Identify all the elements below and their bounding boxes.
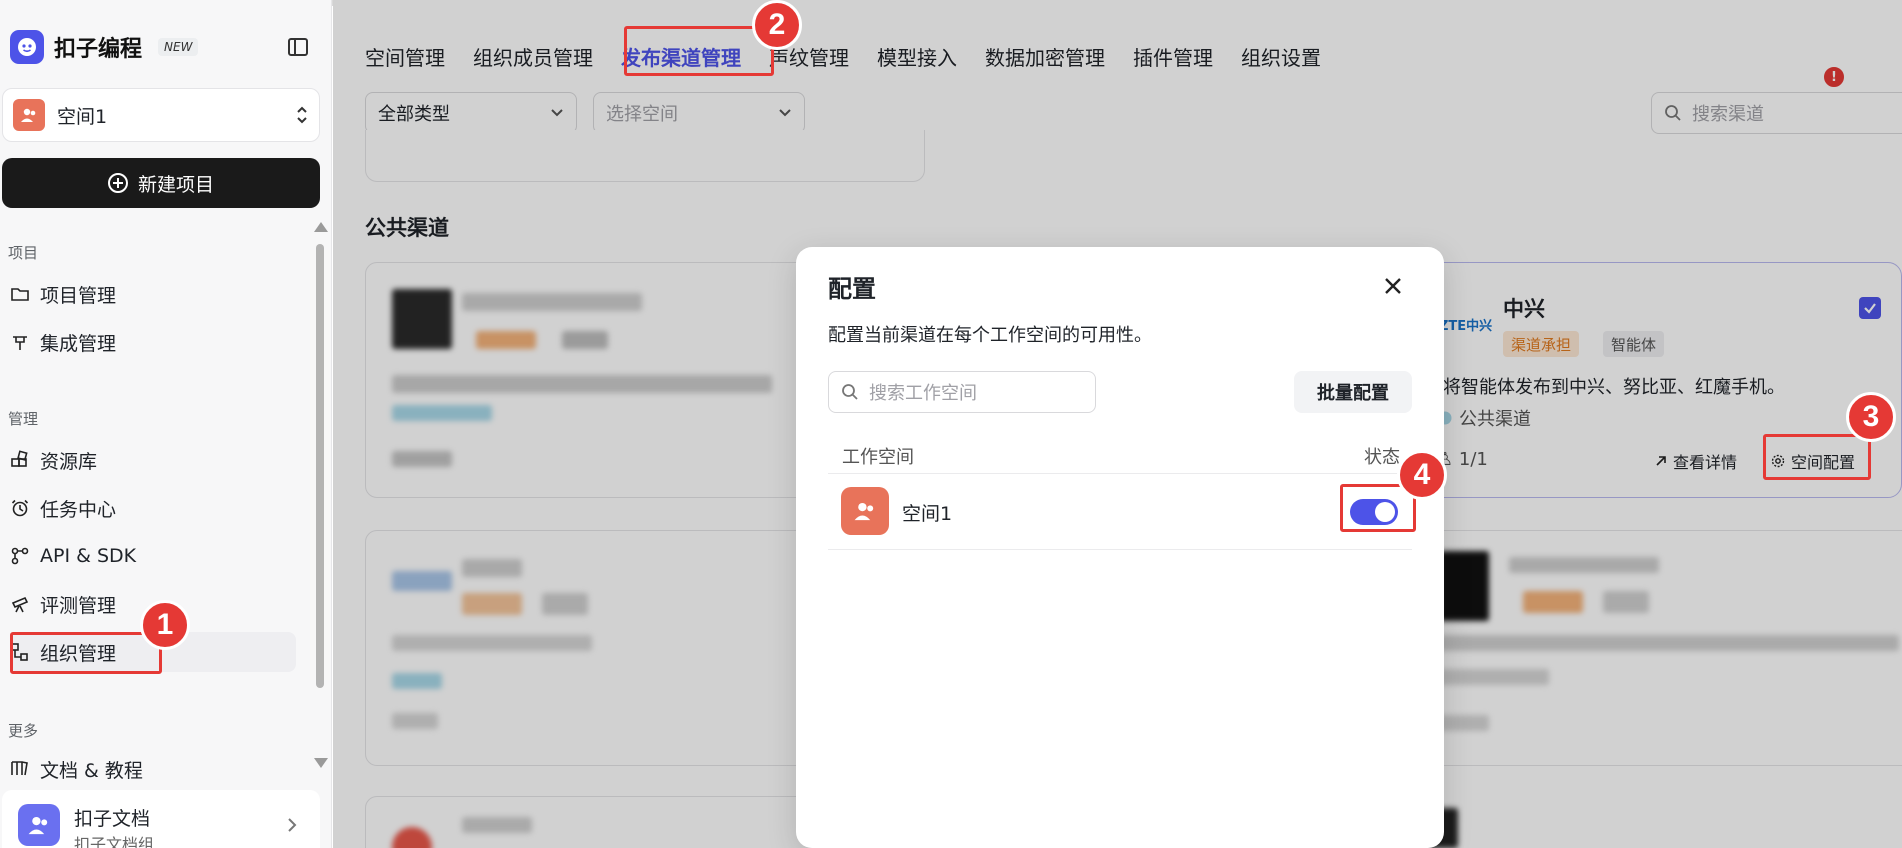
- new-badge: NEW: [158, 38, 199, 56]
- table-divider: [828, 549, 1412, 550]
- workspace-search-placeholder: 搜索工作空间: [869, 383, 977, 404]
- highlight-box-step-2: [624, 26, 774, 76]
- user-name: 扣子文档: [74, 808, 151, 830]
- sidebar-item-label: 任务中心: [40, 498, 117, 521]
- blocks-icon: [11, 450, 28, 467]
- config-modal: 配置 配置当前渠道在每个工作空间的可用性。 搜索工作空间 批量配置 工作空间 状…: [796, 247, 1444, 848]
- column-header-status: 状态: [1364, 447, 1400, 468]
- scroll-up-arrow-icon[interactable]: [314, 222, 328, 232]
- column-header-workspace: 工作空间: [842, 447, 914, 468]
- coze-logo-icon: [10, 30, 44, 64]
- sidebar-item-tasks[interactable]: 任务中心: [10, 488, 296, 528]
- close-icon[interactable]: [1382, 275, 1404, 297]
- table-divider: [828, 473, 1412, 474]
- nodes-icon: [11, 547, 29, 565]
- workspace-name: 空间1: [57, 105, 108, 128]
- workspace-avatar-icon: [841, 487, 889, 535]
- sidebar-item-integration[interactable]: 集成管理: [10, 322, 296, 362]
- workspace-search-input[interactable]: 搜索工作空间: [828, 371, 1096, 413]
- plus-circle-icon: [107, 173, 128, 193]
- step-badge-1: 1: [140, 600, 190, 650]
- sidebar-item-label: 文档 & 教程: [40, 760, 143, 780]
- book-icon: [11, 761, 28, 776]
- brand[interactable]: 扣子编程 NEW: [10, 30, 199, 64]
- sidebar-item-label: 集成管理: [40, 332, 117, 355]
- sidebar-item-label: 项目管理: [40, 284, 117, 307]
- sidebar-toggle-icon[interactable]: [287, 36, 309, 58]
- alarm-clock-icon: [11, 499, 29, 517]
- sidebar-item-label: 资源库: [40, 450, 98, 473]
- highlight-box-step-3: [1763, 434, 1871, 480]
- sidebar: 扣子编程 NEW 空间1 新建项目 项目 项目管理 集成管理 管理 资源库 任务…: [0, 0, 332, 848]
- step-badge-2: 2: [752, 0, 802, 50]
- plug-icon: [13, 336, 27, 350]
- folder-icon: [11, 288, 29, 301]
- sidebar-item-docs[interactable]: 文档 & 教程: [10, 752, 296, 780]
- user-card[interactable]: 扣子文档 扣子文档组: [2, 790, 320, 848]
- step-badge-3: 3: [1846, 392, 1896, 442]
- sidebar-item-resources[interactable]: 资源库: [10, 440, 296, 480]
- modal-title: 配置: [828, 275, 876, 303]
- chevron-updown-icon: [297, 106, 307, 124]
- table-row-workspace-name: 空间1: [902, 503, 953, 525]
- sidebar-item-label: 评测管理: [40, 594, 117, 617]
- chevron-right-icon: [288, 818, 297, 832]
- user-subtitle: 扣子文档组: [74, 835, 155, 848]
- section-label-more: 更多: [8, 722, 39, 740]
- workspace-avatar-icon: [13, 99, 45, 131]
- workspace-selector[interactable]: 空间1: [2, 88, 320, 142]
- batch-config-button[interactable]: 批量配置: [1294, 371, 1412, 413]
- sidebar-item-project-management[interactable]: 项目管理: [10, 274, 296, 314]
- section-label-manage: 管理: [8, 410, 39, 428]
- modal-description: 配置当前渠道在每个工作空间的可用性。: [828, 325, 1152, 346]
- team-avatar-icon: [18, 804, 60, 846]
- new-project-button[interactable]: 新建项目: [2, 158, 320, 208]
- sidebar-item-api-sdk[interactable]: API & SDK: [10, 536, 296, 576]
- step-badge-4: 4: [1397, 450, 1447, 500]
- brand-name: 扣子编程: [54, 37, 143, 62]
- section-label-project: 项目: [8, 244, 39, 262]
- telescope-icon: [11, 596, 29, 613]
- highlight-box-step-1: [10, 632, 162, 674]
- sidebar-item-label: API & SDK: [40, 545, 137, 567]
- new-project-label: 新建项目: [137, 173, 214, 196]
- scroll-down-arrow-icon[interactable]: [314, 758, 328, 768]
- sidebar-scrollbar[interactable]: [314, 222, 328, 768]
- search-icon: [842, 384, 858, 400]
- scroll-thumb[interactable]: [316, 244, 324, 688]
